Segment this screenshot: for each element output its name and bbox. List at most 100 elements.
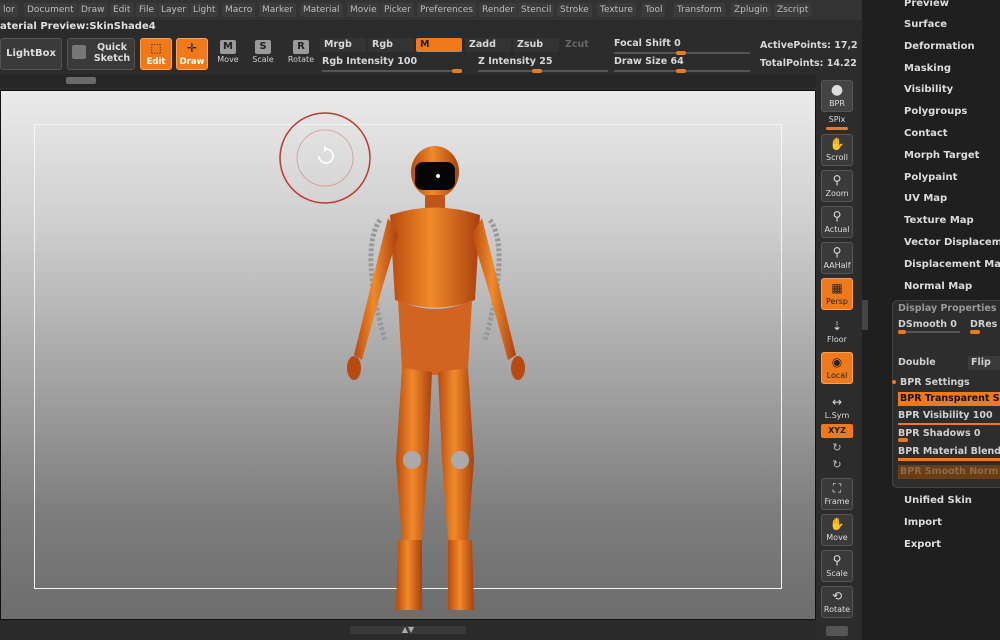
move-tool-button[interactable]: M Move <box>213 38 243 74</box>
focal-shift-value: 0 <box>674 38 681 49</box>
persp-button[interactable]: ▦ Persp <box>821 278 853 310</box>
palette-item-normal-map[interactable]: Normal Map <box>904 281 972 292</box>
scale-view-button[interactable]: ⚲ Scale <box>821 550 853 582</box>
rgb-button[interactable]: Rgb <box>368 38 414 52</box>
palette-item-visibility[interactable]: Visibility <box>904 84 953 95</box>
double-button[interactable]: Double <box>898 356 958 370</box>
panel-collapse-icon[interactable] <box>862 300 868 330</box>
draw-button[interactable]: ✛ Draw <box>176 38 208 70</box>
palette-item-displacement-map[interactable]: Displacement Map <box>904 259 1000 270</box>
draw-size-slider[interactable]: Draw Size 64 <box>614 55 750 73</box>
lsym-button[interactable]: ↔ L.Sym <box>821 392 853 424</box>
palette-item-surface[interactable]: Surface <box>904 19 947 30</box>
bpr-material-blend-slider[interactable]: BPR Material Blend <box>898 445 1000 459</box>
zoom-button[interactable]: ⚲ Zoom <box>821 170 853 202</box>
active-points-readout: ActivePoints: 17,2 <box>760 40 858 51</box>
move-view-button[interactable]: ✋ Move <box>821 514 853 546</box>
menu-transform[interactable]: Transform <box>674 3 725 17</box>
rotate-y-icon[interactable]: ↻ <box>828 441 846 455</box>
dres-knob[interactable] <box>970 330 980 334</box>
palette-item-deformation[interactable]: Deformation <box>904 41 975 52</box>
palette-item-uv-map[interactable]: UV Map <box>904 193 947 204</box>
palette-item-export[interactable]: Export <box>904 539 941 550</box>
lightbox-button[interactable]: LightBox <box>0 38 62 70</box>
menu-movie[interactable]: Movie <box>347 3 380 17</box>
mrgb-button[interactable]: Mrgb <box>320 38 366 52</box>
z-intensity-knob[interactable] <box>532 69 542 73</box>
bpr-shadows-slider[interactable]: BPR Shadows 0 <box>898 427 1000 441</box>
palette-item-unified-skin[interactable]: Unified Skin <box>904 495 972 506</box>
m-button[interactable]: M <box>416 38 462 52</box>
dsmooth-knob[interactable] <box>898 330 906 334</box>
shelf-bottom-icon[interactable] <box>826 626 848 636</box>
bpr-label: BPR <box>829 99 845 108</box>
rotate-z-icon[interactable]: ↻ <box>828 458 846 472</box>
menu-texture[interactable]: Texture <box>597 3 636 17</box>
menu-zscript[interactable]: Zscript <box>774 3 812 17</box>
move-icon: M <box>220 40 236 54</box>
rgb-intensity-slider[interactable]: Rgb Intensity 100 <box>322 55 462 73</box>
palette-item-polygroups[interactable]: Polygroups <box>904 106 967 117</box>
actual-button[interactable]: ⚲ Actual <box>821 206 853 238</box>
draw-size-knob[interactable] <box>676 69 686 73</box>
dsmooth-track <box>898 331 960 333</box>
display-properties-title[interactable]: Display Properties <box>898 302 996 316</box>
palette-item-texture-map[interactable]: Texture Map <box>904 215 974 226</box>
menu-macro[interactable]: Macro <box>222 3 256 17</box>
menu-draw[interactable]: Draw <box>78 3 108 17</box>
menu-render[interactable]: Render <box>479 3 518 17</box>
local-button[interactable]: ◉ Local <box>821 352 853 384</box>
palette-item-import[interactable]: Import <box>904 517 942 528</box>
flip-button[interactable]: Flip <box>968 356 1000 370</box>
palette-item-masking[interactable]: Masking <box>904 63 951 74</box>
floor-icon: ⇣ <box>831 319 843 333</box>
rotate-view-button[interactable]: ⟲ Rotate <box>821 586 853 618</box>
bottom-shelf-toggle-icon[interactable]: ▲▼ <box>350 626 466 634</box>
quick-sketch-button[interactable]: Quick Sketch <box>67 38 135 70</box>
scale-tool-button[interactable]: S Scale <box>248 38 278 74</box>
menu-tool[interactable]: Tool <box>642 3 666 17</box>
menu-layer[interactable]: Layer <box>158 3 190 17</box>
menu-material[interactable]: Material <box>300 3 343 17</box>
bpr-transparent-button[interactable]: BPR Transparent S <box>898 392 1000 406</box>
spix-slider[interactable] <box>826 127 848 130</box>
bpr-settings-header[interactable]: BPR Settings <box>900 376 1000 390</box>
palette-item-preview[interactable]: Preview <box>904 0 949 9</box>
bpr-smooth-normals-button[interactable]: BPR Smooth Norm <box>898 465 1000 479</box>
rgb-intensity-knob[interactable] <box>452 69 462 73</box>
zsub-button[interactable]: Zsub <box>513 38 559 52</box>
palette-item-polypaint[interactable]: Polypaint <box>904 172 957 183</box>
menu-color[interactable]: lor <box>0 3 18 17</box>
menu-stencil[interactable]: Stencil <box>518 3 555 17</box>
menu-picker[interactable]: Picker <box>381 3 414 17</box>
menu-light[interactable]: Light <box>190 3 219 17</box>
z-intensity-slider[interactable]: Z Intensity 25 <box>478 55 608 73</box>
menu-edit[interactable]: Edit <box>110 3 134 17</box>
zadd-button[interactable]: Zadd <box>465 38 511 52</box>
menu-document[interactable]: Document <box>24 3 77 17</box>
floor-button[interactable]: ⇣ Floor <box>821 316 853 348</box>
scroll-button[interactable]: ✋ Scroll <box>821 134 853 166</box>
palette-item-contact[interactable]: Contact <box>904 128 948 139</box>
bpr-button[interactable]: ● BPR <box>821 80 853 112</box>
menu-marker[interactable]: Marker <box>259 3 297 17</box>
rotate-tool-button[interactable]: R Rotate <box>286 38 316 74</box>
focal-shift-slider[interactable]: Focal Shift 0 <box>614 37 750 55</box>
dsmooth-slider[interactable]: DSmooth 0 <box>898 318 960 332</box>
aahalf-button[interactable]: ⚲ AAHalf <box>821 242 853 274</box>
frame-icon: ⛶ <box>832 481 842 495</box>
palette-item-vector-displacement[interactable]: Vector Displaceme <box>904 237 1000 248</box>
menu-stroke[interactable]: Stroke <box>557 3 592 17</box>
menu-preferences[interactable]: Preferences <box>417 3 476 17</box>
frame-button[interactable]: ⛶ Frame <box>821 478 853 510</box>
spix-label: SPix <box>828 115 846 124</box>
menu-zplugin[interactable]: Zplugin <box>731 3 772 17</box>
xyz-button[interactable]: XYZ <box>821 424 853 438</box>
scroll-strip-thumb[interactable] <box>66 77 96 84</box>
menu-file[interactable]: File <box>136 3 158 17</box>
bpr-visibility-slider[interactable]: BPR Visibility 100 <box>898 409 1000 423</box>
bpr-shadows-knob[interactable] <box>898 438 908 442</box>
local-label: Local <box>826 371 848 380</box>
palette-item-morph-target[interactable]: Morph Target <box>904 150 979 161</box>
edit-button[interactable]: ⬚ Edit <box>140 38 172 70</box>
